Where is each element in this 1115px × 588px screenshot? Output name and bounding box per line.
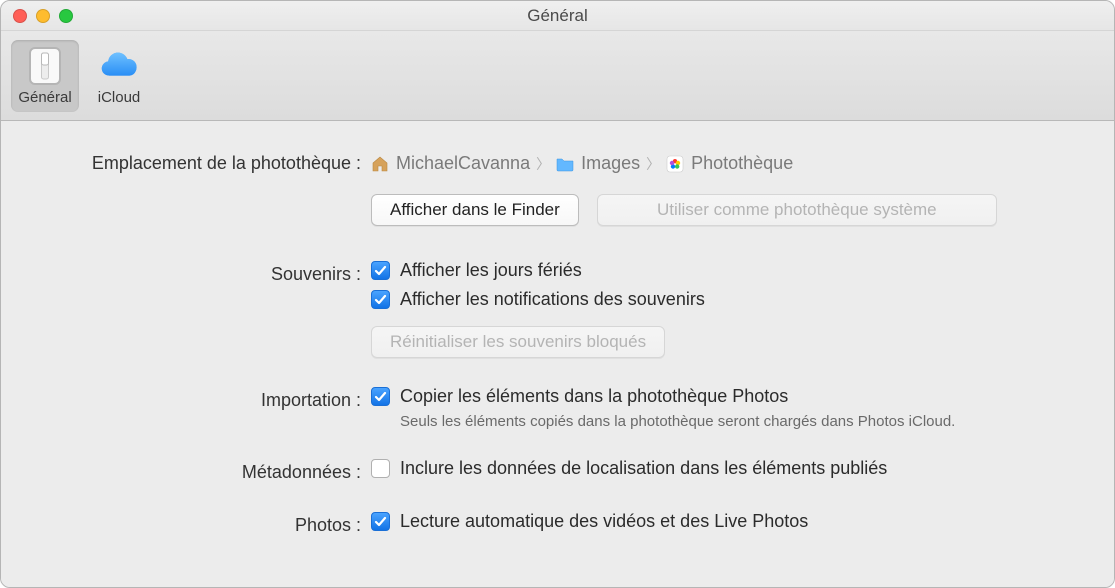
crumb-library-label: Photothèque <box>691 153 793 174</box>
preferences-window: Général Général <box>0 0 1115 588</box>
crumb-home[interactable]: MichaelCavanna <box>371 153 530 174</box>
content-area: Emplacement de la photothèque : MichaelC… <box>1 121 1114 587</box>
label-metadonnees: Métadonnées : <box>31 458 371 483</box>
window-title: Général <box>527 6 587 26</box>
crumb-images[interactable]: Images <box>556 153 640 174</box>
home-icon <box>371 155 389 173</box>
label-photos: Photos : <box>31 511 371 536</box>
checkbox-row-copy[interactable]: Copier les éléments dans la photothèque … <box>371 386 1084 407</box>
show-in-finder-button[interactable]: Afficher dans le Finder <box>371 194 579 226</box>
breadcrumb: MichaelCavanna 〉 Images 〉 <box>371 149 1084 174</box>
row-photos: Photos : Lecture automatique des vidéos … <box>31 511 1084 536</box>
folder-icon <box>556 155 574 173</box>
label-souvenirs: Souvenirs : <box>31 260 371 285</box>
checkbox-row-include-location[interactable]: Inclure les données de localisation dans… <box>371 458 1084 479</box>
close-icon[interactable] <box>13 9 27 23</box>
use-as-system-library-button: Utiliser comme photothèque système <box>597 194 997 226</box>
checkbox-copy[interactable] <box>371 387 390 406</box>
checkbox-holidays-label: Afficher les jours fériés <box>400 260 582 281</box>
row-library-location: Emplacement de la photothèque : MichaelC… <box>31 149 1084 250</box>
tab-icloud-label: iCloud <box>98 89 141 106</box>
label-library-location: Emplacement de la photothèque : <box>31 149 371 174</box>
checkbox-include-location[interactable] <box>371 459 390 478</box>
traffic-lights <box>13 9 73 23</box>
library-buttons: Afficher dans le Finder Utiliser comme p… <box>371 194 1084 226</box>
tab-general[interactable]: Général <box>11 40 79 112</box>
crumb-home-label: MichaelCavanna <box>396 153 530 174</box>
photos-app-icon <box>666 155 684 173</box>
checkbox-autoplay[interactable] <box>371 512 390 531</box>
crumb-images-label: Images <box>581 153 640 174</box>
checkbox-autoplay-label: Lecture automatique des vidéos et des Li… <box>400 511 808 532</box>
checkbox-include-location-label: Inclure les données de localisation dans… <box>400 458 887 479</box>
reset-blocked-memories-button: Réinitialiser les souvenirs bloqués <box>371 326 665 358</box>
checkbox-copy-label: Copier les éléments dans la photothèque … <box>400 386 788 407</box>
row-souvenirs: Souvenirs : Afficher les jours fériés Af… <box>31 260 1084 358</box>
switch-icon <box>23 45 67 87</box>
checkbox-row-notifications[interactable]: Afficher les notifications des souvenirs <box>371 289 1084 310</box>
chevron-right-icon: 〉 <box>646 154 660 174</box>
row-metadonnees: Métadonnées : Inclure les données de loc… <box>31 458 1084 483</box>
importation-hint: Seuls les éléments copiés dans la photot… <box>400 413 1084 430</box>
label-importation: Importation : <box>31 386 371 411</box>
toolbar: Général iCloud <box>1 31 1114 121</box>
row-importation: Importation : Copier les éléments dans l… <box>31 386 1084 430</box>
checkbox-notifications[interactable] <box>371 290 390 309</box>
checkbox-row-holidays[interactable]: Afficher les jours fériés <box>371 260 1084 281</box>
chevron-right-icon: 〉 <box>536 154 550 174</box>
tab-general-label: Général <box>18 89 71 106</box>
checkbox-notifications-label: Afficher les notifications des souvenirs <box>400 289 705 310</box>
titlebar: Général <box>1 1 1114 31</box>
cloud-icon <box>97 45 141 87</box>
minimize-icon[interactable] <box>36 9 50 23</box>
tab-icloud[interactable]: iCloud <box>85 40 153 112</box>
checkbox-holidays[interactable] <box>371 261 390 280</box>
checkbox-row-autoplay[interactable]: Lecture automatique des vidéos et des Li… <box>371 511 1084 532</box>
crumb-library[interactable]: Photothèque <box>666 153 793 174</box>
zoom-icon[interactable] <box>59 9 73 23</box>
